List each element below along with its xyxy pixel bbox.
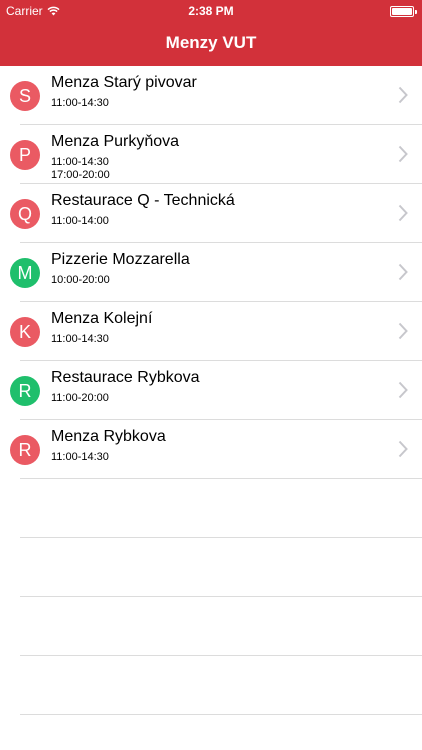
opening-hours: 11:00-14:30	[51, 451, 109, 464]
chevron-right-icon	[398, 322, 408, 340]
opening-hours: 10:00-20:00	[51, 274, 110, 287]
list-item[interactable]: P Menza Purkyňova 11:00-14:30 17:00-20:00	[0, 125, 422, 184]
list-item[interactable]: R Menza Rybkova 11:00-14:30	[0, 420, 422, 479]
row-separator	[20, 478, 422, 479]
canteen-avatar: K	[10, 317, 40, 347]
chevron-right-icon	[398, 145, 408, 163]
list-item[interactable]: S Menza Starý pivovar 11:00-14:30	[0, 66, 422, 125]
opening-hours: 11:00-14:00	[51, 215, 109, 228]
opening-hours: 11:00-14:30 17:00-20:00	[51, 156, 110, 182]
navigation-bar: Carrier 2:38 PM Menzy VUT	[0, 0, 422, 66]
canteen-avatar: P	[10, 140, 40, 170]
opening-hours-line: 11:00-14:30	[51, 97, 109, 109]
chevron-right-icon	[398, 86, 408, 104]
canteen-name: Menza Rybkova	[51, 428, 166, 445]
list-item[interactable]: R Restaurace Rybkova 11:00-20:00	[0, 361, 422, 420]
canteen-name: Restaurace Q - Technická	[51, 192, 235, 209]
empty-row-separator	[20, 655, 422, 656]
canteen-avatar: M	[10, 258, 40, 288]
opening-hours-line: 11:00-14:30	[51, 451, 109, 463]
opening-hours-line: 11:00-14:30	[51, 333, 109, 345]
list-item[interactable]: Q Restaurace Q - Technická 11:00-14:00	[0, 184, 422, 243]
chevron-right-icon	[398, 440, 408, 458]
canteen-list: S Menza Starý pivovar 11:00-14:30 P Menza Pu…	[0, 66, 422, 479]
empty-row-separator	[20, 596, 422, 597]
page-title: Menzy VUT	[165, 33, 257, 52]
status-time: 2:38 PM	[188, 4, 234, 18]
canteen-avatar: R	[10, 376, 40, 406]
opening-hours: 11:00-20:00	[51, 392, 109, 405]
canteen-avatar: Q	[10, 199, 40, 229]
list-item[interactable]: K Menza Kolejní 11:00-14:30	[0, 302, 422, 361]
empty-row-separator	[20, 537, 422, 538]
opening-hours: 11:00-14:30	[51, 97, 109, 110]
opening-hours: 11:00-14:30	[51, 333, 109, 346]
opening-hours-line: 10:00-20:00	[51, 274, 110, 286]
opening-hours-line: 17:00-20:00	[51, 169, 110, 181]
canteen-avatar: S	[10, 81, 40, 111]
empty-row-separator	[20, 714, 422, 715]
opening-hours-line: 11:00-14:30	[51, 156, 109, 168]
canteen-name: Pizzerie Mozzarella	[51, 251, 190, 268]
status-bar: Carrier 2:38 PM	[0, 0, 422, 22]
canteen-name: Menza Purkyňova	[51, 133, 180, 150]
chevron-right-icon	[398, 263, 408, 281]
canteen-name: Menza Starý pivovar	[51, 74, 197, 91]
list-item[interactable]: M Pizzerie Mozzarella 10:00-20:00	[0, 243, 422, 302]
canteen-avatar: R	[10, 435, 40, 465]
canteen-name: Menza Kolejní	[51, 310, 153, 327]
opening-hours-line: 11:00-20:00	[51, 392, 109, 404]
canteen-name: Restaurace Rybkova	[51, 369, 200, 386]
battery-icon	[390, 6, 417, 17]
chevron-right-icon	[398, 381, 408, 399]
opening-hours-line: 11:00-14:00	[51, 215, 109, 227]
chevron-right-icon	[398, 204, 408, 222]
